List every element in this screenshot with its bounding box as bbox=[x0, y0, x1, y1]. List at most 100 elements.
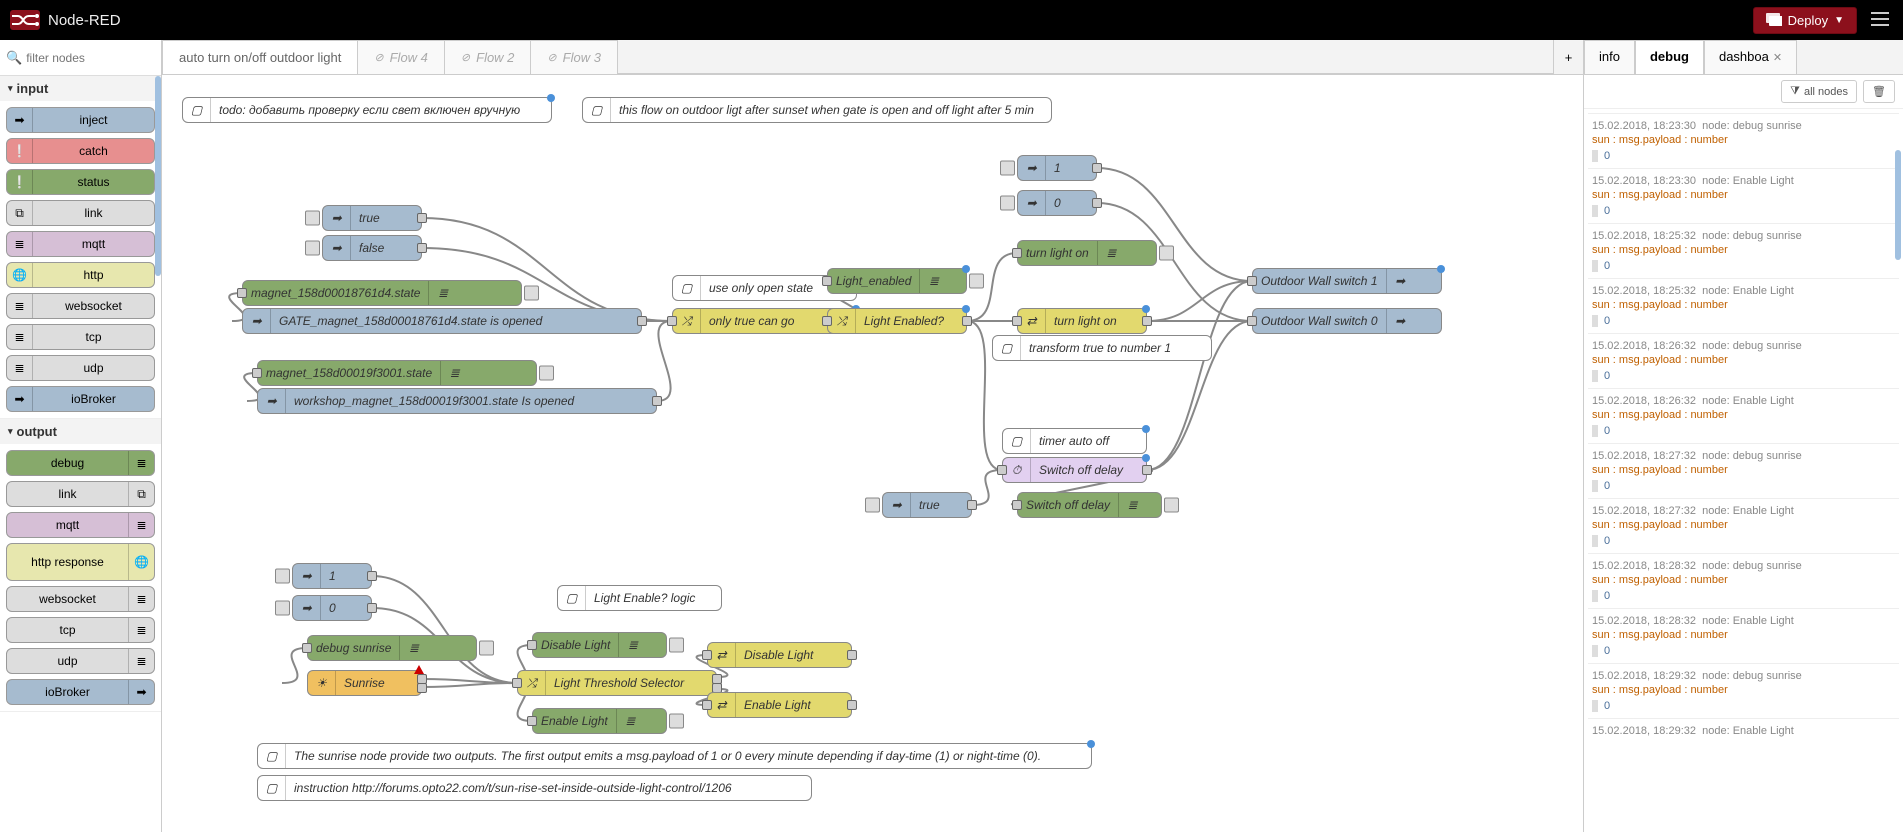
inject-button[interactable] bbox=[865, 498, 880, 513]
flow-tab[interactable]: auto turn on/off outdoor light bbox=[162, 40, 358, 74]
port[interactable] bbox=[652, 396, 662, 406]
port[interactable] bbox=[667, 316, 677, 326]
debug-scrollbar[interactable] bbox=[1895, 150, 1901, 260]
palette-node-link[interactable]: ⧉link bbox=[6, 200, 155, 226]
port[interactable] bbox=[417, 213, 427, 223]
debug-node[interactable]: magnet_158d00018761d4.state≣ bbox=[242, 280, 522, 306]
port[interactable] bbox=[997, 465, 1007, 475]
palette-node-http-response[interactable]: http response🌐 bbox=[6, 543, 155, 581]
debug-message[interactable]: 15.02.2018, 18:25:32 node: Enable Lights… bbox=[1588, 278, 1899, 333]
port[interactable] bbox=[1142, 465, 1152, 475]
palette-node-tcp[interactable]: ≣tcp bbox=[6, 324, 155, 350]
port[interactable] bbox=[527, 716, 537, 726]
debug-body[interactable]: 15.02.2018, 18:23:30 node: debug sunrise… bbox=[1584, 109, 1903, 832]
inject-button[interactable] bbox=[305, 211, 320, 226]
debug-node[interactable]: Enable Light≣ bbox=[532, 708, 667, 734]
comment-node[interactable]: ▢timer auto off bbox=[1002, 428, 1147, 454]
toggle-button[interactable] bbox=[539, 366, 554, 381]
palette-node-link[interactable]: link⧉ bbox=[6, 481, 155, 507]
palette-node-mqtt[interactable]: ≣mqtt bbox=[6, 231, 155, 257]
toggle-button[interactable] bbox=[1159, 246, 1174, 261]
filter-all-nodes-button[interactable]: ⧩all nodes bbox=[1781, 80, 1857, 103]
debug-node[interactable]: Switch off delay≣ bbox=[1017, 492, 1162, 518]
palette-node-udp[interactable]: udp≣ bbox=[6, 648, 155, 674]
port[interactable] bbox=[417, 243, 427, 253]
debug-node[interactable]: magnet_158d00019f3001.state≣ bbox=[257, 360, 537, 386]
port[interactable] bbox=[1247, 276, 1257, 286]
debug-node[interactable]: Disable Light≣ bbox=[532, 632, 667, 658]
port[interactable] bbox=[367, 571, 377, 581]
toggle-button[interactable] bbox=[969, 274, 984, 289]
debug-message[interactable]: 15.02.2018, 18:29:32 node: Enable Light bbox=[1588, 718, 1899, 743]
palette-node-debug[interactable]: debug≣ bbox=[6, 450, 155, 476]
port[interactable] bbox=[367, 603, 377, 613]
debug-node[interactable]: Light_enabled≣ bbox=[827, 268, 967, 294]
palette-node-mqtt[interactable]: mqtt≣ bbox=[6, 512, 155, 538]
switch-node[interactable]: ⤮Light Threshold Selector bbox=[517, 670, 717, 696]
port[interactable] bbox=[822, 316, 832, 326]
inject-node[interactable]: ➡0 bbox=[1017, 190, 1097, 216]
debug-message[interactable]: 15.02.2018, 18:23:30 node: Enable Lights… bbox=[1588, 168, 1899, 223]
close-icon[interactable]: ✕ bbox=[1773, 52, 1782, 64]
inject-node[interactable]: ➡false bbox=[322, 235, 422, 261]
debug-message[interactable]: 15.02.2018, 18:27:32 node: debug sunrise… bbox=[1588, 443, 1899, 498]
port[interactable] bbox=[637, 316, 647, 326]
toggle-button[interactable] bbox=[479, 641, 494, 656]
port[interactable] bbox=[1092, 163, 1102, 173]
inject-button[interactable] bbox=[1000, 196, 1015, 211]
iobroker-node[interactable]: ➡workshop_magnet_158d00019f3001.state Is… bbox=[257, 388, 657, 414]
inject-node[interactable]: ➡true bbox=[882, 492, 972, 518]
toggle-button[interactable] bbox=[669, 714, 684, 729]
port[interactable] bbox=[847, 700, 857, 710]
port[interactable] bbox=[1012, 316, 1022, 326]
inject-node[interactable]: ➡0 bbox=[292, 595, 372, 621]
debug-message[interactable]: 15.02.2018, 18:28:32 node: debug sunrise… bbox=[1588, 553, 1899, 608]
port[interactable] bbox=[962, 316, 972, 326]
tab-dashboard[interactable]: dashboa✕ bbox=[1704, 40, 1797, 74]
palette-node-http[interactable]: 🌐http bbox=[6, 262, 155, 288]
inject-node[interactable]: ➡true bbox=[322, 205, 422, 231]
hamburger-menu-icon[interactable] bbox=[1867, 7, 1893, 34]
port[interactable] bbox=[1142, 316, 1152, 326]
inject-node[interactable]: ➡1 bbox=[1017, 155, 1097, 181]
trigger-node[interactable]: ⏱Switch off delay bbox=[1002, 457, 1147, 483]
port[interactable] bbox=[702, 700, 712, 710]
palette-node-udp[interactable]: ≣udp bbox=[6, 355, 155, 381]
comment-node[interactable]: ▢Light Enable? logic bbox=[557, 585, 722, 611]
palette-scrollbar[interactable] bbox=[155, 76, 161, 276]
inject-button[interactable] bbox=[275, 601, 290, 616]
flow-tab[interactable]: ⊘Flow 3 bbox=[530, 40, 618, 74]
switch-node[interactable]: ⤮Light Enabled? bbox=[827, 308, 967, 334]
port[interactable] bbox=[417, 683, 427, 693]
debug-message[interactable]: 15.02.2018, 18:23:30 node: debug sunrise… bbox=[1588, 113, 1899, 168]
toggle-button[interactable] bbox=[1164, 498, 1179, 513]
palette-node-tcp[interactable]: tcp≣ bbox=[6, 617, 155, 643]
debug-message[interactable]: 15.02.2018, 18:26:32 node: Enable Lights… bbox=[1588, 388, 1899, 443]
debug-node[interactable]: turn light on≣ bbox=[1017, 240, 1157, 266]
flow-tab[interactable]: ⊘Flow 2 bbox=[444, 40, 532, 74]
inject-button[interactable] bbox=[305, 241, 320, 256]
debug-message[interactable]: 15.02.2018, 18:29:32 node: debug sunrise… bbox=[1588, 663, 1899, 718]
filter-input[interactable] bbox=[26, 51, 155, 65]
inject-button[interactable] bbox=[1000, 161, 1015, 176]
debug-message[interactable]: 15.02.2018, 18:27:32 node: Enable Lights… bbox=[1588, 498, 1899, 553]
clear-debug-button[interactable]: 🗑 bbox=[1863, 80, 1895, 103]
port[interactable] bbox=[512, 678, 522, 688]
toggle-button[interactable] bbox=[669, 638, 684, 653]
palette-node-websocket[interactable]: ≣websocket bbox=[6, 293, 155, 319]
port[interactable] bbox=[702, 650, 712, 660]
change-node[interactable]: ⇄Enable Light bbox=[707, 692, 852, 718]
debug-message[interactable]: 15.02.2018, 18:28:32 node: Enable Lights… bbox=[1588, 608, 1899, 663]
iobroker-out-node[interactable]: Outdoor Wall switch 1➡ bbox=[1252, 268, 1442, 294]
change-node[interactable]: ⇄Disable Light bbox=[707, 642, 852, 668]
port[interactable] bbox=[967, 500, 977, 510]
inject-button[interactable] bbox=[275, 569, 290, 584]
flow-canvas[interactable]: ▢todo: добавить проверку если свет включ… bbox=[162, 75, 1583, 832]
port[interactable] bbox=[252, 368, 262, 378]
palette-output-header[interactable]: ▾output bbox=[0, 419, 161, 444]
port[interactable] bbox=[237, 288, 247, 298]
sunrise-node[interactable]: ☀Sunrise bbox=[307, 670, 422, 696]
deploy-button[interactable]: Deploy ▼ bbox=[1753, 7, 1857, 34]
tab-debug[interactable]: debug bbox=[1635, 40, 1704, 74]
tab-info[interactable]: info bbox=[1584, 40, 1635, 74]
